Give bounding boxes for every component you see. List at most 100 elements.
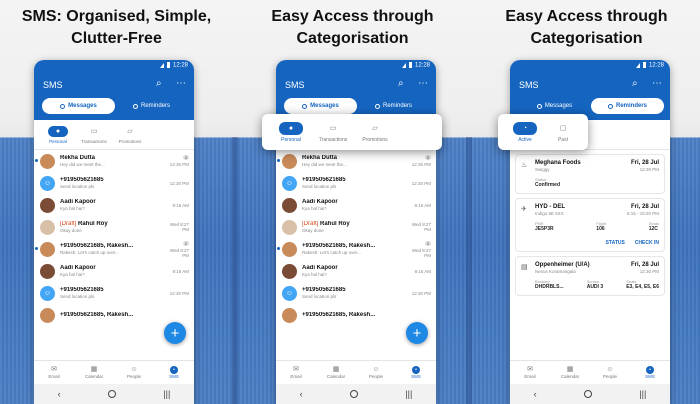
app-title: SMS — [285, 80, 305, 90]
message-row[interactable]: +919505621685, Rakesh... Rakesh: Let's ca… — [34, 238, 194, 260]
category-promotions[interactable]: ▱ Promotions — [354, 122, 396, 143]
avatar — [40, 153, 55, 169]
tab-label: SMS — [411, 374, 421, 379]
message-row[interactable]: [Draft] Rahul Roy Okay done Wed 8:27 PM — [34, 216, 194, 238]
segment-reminders[interactable]: Reminders — [357, 98, 430, 114]
tab-people[interactable]: ☺ People — [356, 361, 396, 384]
back-icon[interactable]: ‹ — [534, 389, 537, 399]
status-bar: 12:28 — [276, 60, 436, 72]
count-badge: 3 — [182, 155, 189, 160]
message-row[interactable]: Aadi Kapoor Kya hal hai? 9:16 AM — [34, 260, 194, 282]
tab-label: Email — [524, 374, 536, 379]
message-row[interactable]: ☺ +919505621685 Send location pls 12:30 PM — [34, 282, 194, 304]
panel-3: Easy Access through Categorisation 12:28… — [470, 0, 700, 404]
more-icon[interactable]: ⋯ — [176, 78, 186, 89]
search-icon[interactable]: ⌕ — [398, 78, 404, 89]
segment-reminders[interactable]: Reminders — [115, 98, 188, 114]
segment-control: Messages Reminders — [518, 98, 664, 114]
clock: 12:28 — [172, 62, 188, 69]
message-time: 12:30 PM — [411, 180, 431, 186]
message-row[interactable]: Rekha Dutta Hey did we meet the... 3 12:36 … — [276, 150, 436, 172]
category-transactions[interactable]: ▭ Transactions — [76, 126, 112, 144]
tab-sms[interactable]: • SMS — [630, 361, 670, 384]
reminder-card-food[interactable]: ♨ Meghana Foods Fri, 28 Jul Swiggy 12:30 P… — [515, 154, 665, 194]
check-in-button[interactable]: CHECK IN — [635, 240, 659, 246]
airplane-icon: ✈ — [521, 206, 527, 213]
category-personal[interactable]: ● Personal — [40, 125, 76, 144]
sender-name: Rekha Dutta — [302, 155, 338, 161]
card-subtitle: Swiggy — [535, 167, 550, 172]
tab-people[interactable]: ☺ People — [590, 361, 630, 384]
message-row[interactable]: ☺ +919505621685 Send location pls 12:30 PM — [276, 172, 436, 194]
message-row[interactable]: Aadi Kapoor Kya hal hai? 9:16 AM — [276, 194, 436, 216]
more-icon[interactable]: ⋯ — [652, 78, 662, 89]
tab-label: Email — [290, 374, 302, 379]
message-snippet: Send location pls — [302, 184, 337, 189]
tab-calendar[interactable]: ▦ Calendar — [74, 361, 114, 384]
ticket-icon: ▤ — [521, 264, 528, 271]
category-label: Personal — [49, 138, 67, 144]
tab-sms[interactable]: • SMS — [154, 361, 194, 384]
home-icon[interactable] — [107, 390, 116, 398]
more-icon[interactable]: ⋯ — [418, 78, 428, 89]
message-row[interactable]: ☺ +919505621685 Send location pls 12:30 PM — [34, 172, 194, 194]
mail-icon: ✉ — [51, 366, 57, 373]
tab-email[interactable]: ✉ Email — [510, 361, 550, 384]
message-row[interactable]: [Draft] Rahul Roy Okay done Wed 8:27 PM — [276, 216, 436, 238]
tab-calendar[interactable]: ▦ Calendar — [316, 361, 356, 384]
message-row[interactable]: +919505621685, Rakesh... Rakesh: Let's ca… — [276, 238, 436, 260]
tab-sms[interactable]: • SMS — [396, 361, 436, 384]
category-personal[interactable]: ● Personal — [270, 121, 312, 143]
avatar — [282, 153, 297, 169]
recents-icon[interactable]: ||| — [163, 389, 170, 399]
message-row[interactable]: Aadi Kapoor Kya hal hai? 9:16 AM — [276, 260, 436, 282]
segment-messages[interactable]: Messages — [42, 98, 115, 114]
tab-people[interactable]: ☺ People — [114, 361, 154, 384]
people-icon: ☺ — [606, 366, 614, 373]
sender-name: +919505621685 — [302, 287, 346, 293]
compose-button[interactable]: + — [406, 322, 428, 344]
screen-field: Screen AUDI 3 — [586, 279, 604, 290]
app-bar: 12:28 SMS ⌕ ⋯ Messages Reminders — [276, 60, 436, 120]
category-past[interactable]: ▢ Past — [544, 122, 582, 143]
search-icon[interactable]: ⌕ — [632, 78, 638, 89]
segment-reminders[interactable]: Reminders — [591, 98, 664, 114]
home-icon[interactable] — [583, 390, 592, 398]
category-promotions[interactable]: ▱ Promotions — [112, 126, 148, 144]
compose-button[interactable]: + — [164, 322, 186, 344]
segment-label: Messages — [310, 103, 339, 109]
recents-icon[interactable]: ||| — [639, 389, 646, 399]
back-icon[interactable]: ‹ — [58, 389, 61, 399]
segment-label: Messages — [68, 103, 97, 109]
reminder-card-flight[interactable]: ✈ HYD - DEL Fri, 28 Jul Indigo 6E 6XX 6:15… — [515, 198, 665, 252]
search-icon[interactable]: ⌕ — [156, 78, 162, 89]
panel-1: SMS: Organised, Simple, Clutter-Free 12:… — [0, 0, 233, 404]
seats-field: Seats 12C — [648, 221, 659, 232]
bank-icon: ▭ — [90, 128, 98, 135]
phone-screen: 12:28 SMS ⌕ ⋯ Messages Reminders ♨ Megha… — [510, 60, 670, 404]
back-icon[interactable]: ‹ — [300, 389, 303, 399]
segment-messages[interactable]: Messages — [518, 98, 591, 114]
signal-icon — [635, 62, 640, 68]
sender-name: +919505621685 — [302, 177, 346, 183]
message-snippet: Rakesh: Let's catch up over... — [302, 250, 361, 255]
reminder-card-movie[interactable]: ▤ Oppenheimer (U/A) Fri, 28 Jul Nexus Kor… — [515, 256, 665, 296]
card-subtitle: Nexus Koramangala — [535, 269, 576, 274]
message-row[interactable]: Rekha Dutta Hey did we meet the... 3 12:36 … — [34, 150, 194, 172]
panel-caption: SMS: Organised, Simple, Clutter-Free — [21, 8, 212, 47]
recents-icon[interactable]: ||| — [405, 389, 412, 399]
tab-email[interactable]: ✉ Email — [276, 361, 316, 384]
tab-email[interactable]: ✉ Email — [34, 361, 74, 384]
tab-calendar[interactable]: ▦ Calendar — [550, 361, 590, 384]
segment-messages[interactable]: Messages — [284, 98, 357, 114]
message-row[interactable]: ☺ +919505621685 Send location pls 12:30 PM — [276, 282, 436, 304]
category-active[interactable]: ◔ Active — [506, 121, 544, 143]
message-time: 9:16 AM — [414, 202, 431, 208]
message-row[interactable]: Aadi Kapoor Kya hal hai? 9:16 AM — [34, 194, 194, 216]
bottom-tab-bar: ✉ Email ▦ Calendar ☺ People • SMS — [276, 360, 436, 384]
status-button[interactable]: STATUS — [606, 240, 625, 246]
category-transactions[interactable]: ▭ Transactions — [312, 122, 354, 143]
mail-icon: ✉ — [527, 366, 533, 373]
home-icon[interactable] — [349, 390, 358, 398]
booking-field: Booking DHDRBLS... — [535, 279, 564, 290]
